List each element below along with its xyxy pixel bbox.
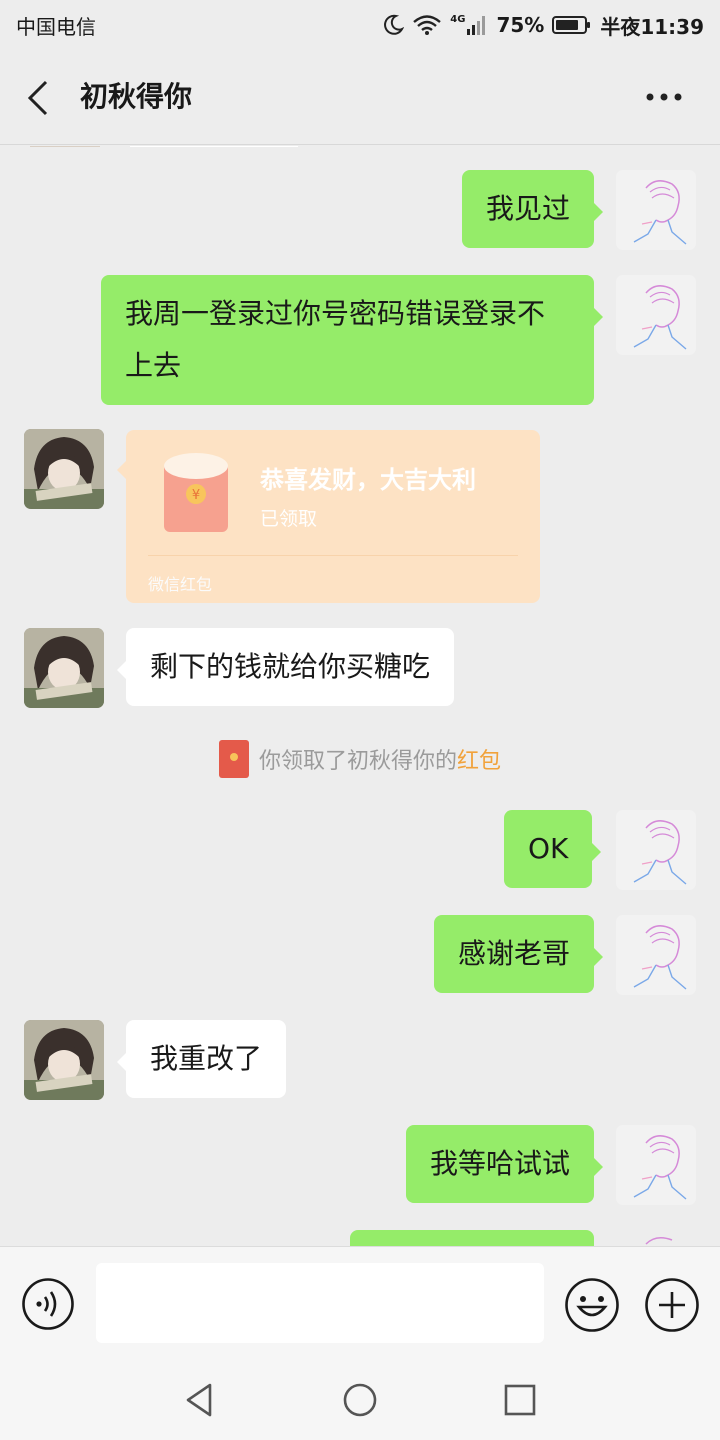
more-options-button[interactable] — [642, 80, 686, 114]
notice-link-red-packet[interactable]: 红包 — [457, 749, 501, 774]
friend-avatar[interactable] — [24, 628, 104, 708]
my-avatar[interactable] — [616, 275, 696, 355]
nav-home-icon — [343, 1383, 377, 1417]
avatar-sketch-icon — [633, 820, 687, 885]
system-nav-bar — [0, 1358, 720, 1440]
avatar-sketch-icon — [633, 925, 687, 990]
message-bubble-outgoing[interactable]: OK — [504, 810, 602, 888]
message-bubble-outgoing[interactable]: 我周一登录过你号密码错误登录不上去 — [101, 275, 603, 405]
message-bubble-outgoing-partial[interactable] — [350, 1230, 594, 1246]
status-bar: 中国电信 4G 75% 半夜11:39 — [0, 0, 720, 50]
chevron-left-icon — [27, 80, 48, 116]
red-packet-title: 恭喜发财，大吉大利 — [260, 466, 476, 494]
voice-button[interactable] — [21, 1277, 75, 1331]
my-avatar-partial — [616, 1230, 696, 1246]
battery-icon — [552, 14, 592, 36]
anime-avatar-icon — [24, 1020, 104, 1100]
avatar-sketch-icon — [633, 1135, 687, 1200]
avatar-sketch-icon — [633, 180, 687, 245]
clock: 半夜11:39 — [600, 14, 704, 39]
more-dots-icon — [646, 93, 682, 101]
nav-back-button[interactable] — [180, 1380, 220, 1420]
chat-header: 初秋得你 — [0, 50, 720, 145]
moon-icon — [382, 14, 405, 36]
message-bubble-outgoing[interactable]: 我见过 — [462, 170, 604, 248]
status-icons: 4G 75% 半夜11:39 — [382, 11, 704, 40]
anime-avatar-icon — [24, 628, 104, 708]
message-bubble-incoming[interactable]: 剩下的钱就给你买糖吃 — [116, 628, 455, 706]
red-packet-icon: ¥ — [164, 453, 228, 532]
scrolled-partial-item — [130, 146, 298, 147]
voice-icon — [22, 1278, 74, 1330]
avatar-sketch-icon — [633, 285, 687, 350]
emoji-button[interactable] — [564, 1277, 620, 1333]
nav-back-icon — [186, 1383, 212, 1417]
network-label: 4G — [450, 14, 466, 25]
my-avatar[interactable] — [616, 810, 696, 890]
friend-avatar[interactable] — [24, 429, 104, 509]
red-packet-card[interactable]: ¥ 恭喜发财，大吉大利 已领取 微信红包 — [117, 430, 540, 603]
plus-icon — [645, 1278, 699, 1332]
message-list[interactable]: 我见过 我周一登录过你号密码错误登录不上去 ¥ 恭喜发财，大吉大利 已领取 微信… — [0, 146, 720, 1246]
scrolled-partial-item — [30, 146, 100, 147]
message-text: 我重改了 — [150, 1042, 263, 1075]
red-packet-status: 已领取 — [260, 508, 318, 530]
notice-text: 你领取了初秋得你的 — [258, 749, 457, 774]
anime-avatar-icon — [24, 429, 104, 509]
nav-home-button[interactable] — [340, 1380, 380, 1420]
wifi-icon — [412, 14, 442, 36]
message-text: 我见过 — [486, 192, 571, 225]
divider — [148, 555, 518, 556]
svg-text:¥: ¥ — [192, 488, 200, 503]
message-bubble-outgoing[interactable]: 我等哈试试 — [406, 1125, 604, 1203]
message-input[interactable] — [96, 1263, 544, 1343]
message-bubble-incoming[interactable]: 我重改了 — [116, 1020, 287, 1098]
nav-recent-button[interactable] — [500, 1380, 540, 1420]
message-text: OK — [528, 832, 569, 865]
message-text: 我周一登录过你号密码错误登录不上去 — [125, 297, 546, 382]
nav-recent-icon — [504, 1384, 536, 1416]
red-packet-footer: 微信红包 — [148, 575, 213, 594]
my-avatar[interactable] — [616, 1125, 696, 1205]
back-button[interactable] — [22, 78, 58, 118]
red-packet-small-icon — [218, 740, 249, 778]
system-notice: 你领取了初秋得你的红包 — [0, 740, 720, 778]
message-text: 剩下的钱就给你买糖吃 — [150, 650, 431, 683]
battery-percent: 75% — [496, 13, 545, 37]
carrier-label: 中国电信 — [16, 14, 96, 39]
my-avatar[interactable] — [616, 170, 696, 250]
chat-title: 初秋得你 — [80, 80, 193, 113]
message-text: 感谢老哥 — [458, 937, 571, 970]
more-actions-button[interactable] — [644, 1277, 700, 1333]
my-avatar[interactable] — [616, 915, 696, 995]
message-text: 我等哈试试 — [430, 1147, 571, 1180]
message-bubble-outgoing[interactable]: 感谢老哥 — [434, 915, 604, 993]
input-bar — [0, 1246, 720, 1358]
emoji-icon — [565, 1278, 619, 1332]
friend-avatar[interactable] — [24, 1020, 104, 1100]
signal-icon: 4G — [450, 14, 488, 36]
